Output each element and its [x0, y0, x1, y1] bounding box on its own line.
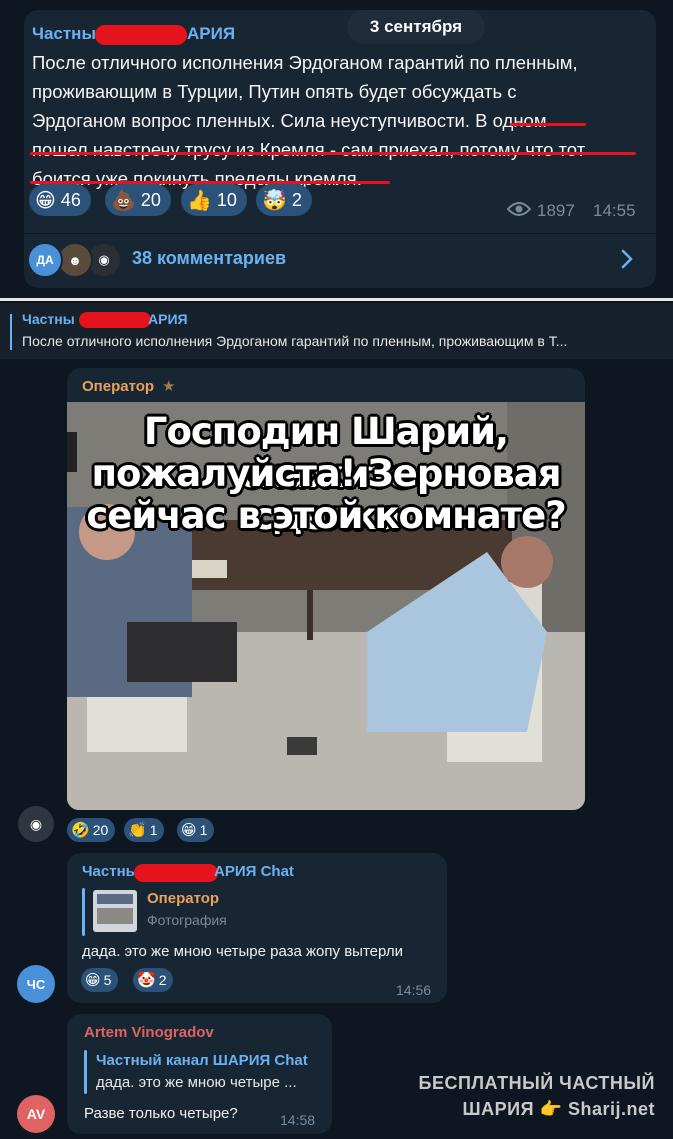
reply-header-bar — [10, 314, 12, 350]
post-time: 14:55 — [593, 201, 636, 220]
redaction-mark — [79, 312, 151, 328]
post-text-line: пошел навстречу трусу из Кремля - сам пр… — [32, 139, 586, 160]
reaction-clap[interactable]: 👏 1 — [124, 818, 165, 842]
message-time: 14:58 — [280, 1112, 316, 1128]
clown-emoji-icon: 🤡 — [137, 972, 156, 989]
meme-photo[interactable]: Господин Шарий, скажите пожалуйста! Зерн… — [67, 402, 585, 810]
message-text: Разве только четыре? — [84, 1105, 238, 1122]
reaction-grin[interactable]: 😁 5 — [81, 968, 119, 992]
chevron-right-icon[interactable] — [620, 248, 634, 275]
reply-header-text: После отличного исполнения Эрдоганом гар… — [22, 333, 568, 349]
quote-bar — [82, 888, 85, 936]
grin-emoji-icon: 😁 — [85, 972, 101, 989]
quote-text: Фотография — [147, 912, 227, 928]
view-count: 1897 — [537, 201, 575, 220]
thumbs-up-emoji-icon: 👍 — [187, 189, 212, 212]
comments-link-label[interactable]: 38 комментариев — [132, 248, 286, 269]
channel-title-prefix[interactable]: Частны — [32, 24, 96, 44]
reaction-count: 1 — [199, 822, 208, 838]
post-text-line: проживающим в Турции, Путин опять будет … — [32, 81, 517, 102]
annotation-underline — [510, 123, 586, 126]
message-author[interactable]: Artem Vinogradov — [84, 1024, 214, 1041]
grin-emoji-icon: 😁 — [35, 189, 56, 212]
redaction-mark — [134, 864, 218, 882]
reaction-grin[interactable]: 😁 1 — [177, 818, 215, 842]
post-text-line: Эрдоганом вопрос пленных. Сила неуступчи… — [32, 110, 547, 131]
reaction-thumbs-up[interactable]: 👍 10 — [181, 184, 247, 216]
grin-emoji-icon: 😁 — [181, 822, 197, 839]
exploding-head-emoji-icon: 🤯 — [262, 189, 287, 212]
reaction-poop[interactable]: 💩 20 — [105, 184, 171, 216]
reaction-count: 46 — [60, 189, 81, 210]
reaction-count: 20 — [140, 189, 161, 210]
reaction-clown[interactable]: 🤡 2 — [133, 968, 174, 992]
pointing-hand-icon: 👉 — [539, 1099, 563, 1119]
post-text-line: После отличного исполнения Эрдоганом гар… — [32, 52, 578, 73]
reaction-count: 5 — [103, 972, 112, 988]
reaction-count: 2 — [158, 972, 167, 988]
watermark-line: ШАРИЯ 👉 Sharij.net — [419, 1096, 655, 1122]
commenter-avatar: ДА — [27, 242, 63, 278]
reaction-count: 20 — [92, 822, 109, 838]
star-icon: ★ — [162, 378, 176, 395]
reaction-count: 2 — [291, 189, 302, 210]
watermark-site: Sharij.net — [567, 1099, 655, 1119]
reaction-count: 1 — [149, 822, 158, 838]
reaction-rofl[interactable]: 🤣 20 — [67, 818, 116, 842]
operator-avatar[interactable]: ◉ — [18, 806, 54, 842]
quote-author: Частный канал ШАРИЯ Chat — [96, 1052, 308, 1069]
message-text: дада. это же мною четыре раза жопу вытер… — [82, 943, 403, 960]
redaction-mark — [95, 25, 187, 45]
message-author-suffix[interactable]: АРИЯ Chat — [214, 863, 294, 880]
chat-avatar[interactable]: ЧС — [17, 965, 55, 1003]
watermark-word: ШАРИЯ — [462, 1099, 535, 1119]
quoted-photo-thumbnail — [93, 890, 137, 932]
quote-bar — [84, 1050, 87, 1094]
artem-avatar[interactable]: AV — [17, 1095, 55, 1133]
meme-caption-line: сейчас в этой комнате? — [86, 494, 566, 537]
poop-emoji-icon: 💩 — [111, 189, 136, 212]
message-author[interactable]: Оператор — [82, 378, 154, 395]
message-author-prefix[interactable]: Частны — [82, 863, 138, 880]
quote-text: дада. это же мною четыре ... — [96, 1074, 297, 1091]
reaction-grin[interactable]: 😁 46 — [29, 184, 91, 216]
reply-header-title-prefix: Частны — [22, 311, 75, 327]
watermark-line: БЕСПЛАТНЫЙ ЧАСТНЫЙ — [418, 1073, 655, 1093]
reply-header-title-suffix: АРИЯ — [148, 311, 188, 327]
rofl-emoji-icon: 🤣 — [71, 822, 90, 839]
reaction-exploding-head[interactable]: 🤯 2 — [256, 184, 312, 216]
eye-icon — [506, 201, 532, 217]
channel-title-suffix[interactable]: АРИЯ — [187, 24, 235, 44]
date-pill: 3 сентября — [347, 10, 485, 44]
reaction-count: 10 — [216, 189, 237, 210]
watermark: БЕСПЛАТНЫЙ ЧАСТНЫЙ ШАРИЯ 👉 Sharij.net — [419, 1070, 655, 1122]
message-time: 14:56 — [396, 982, 432, 998]
annotation-underline — [30, 152, 636, 155]
quote-author: Оператор — [147, 890, 220, 907]
screenshot-separator — [0, 298, 673, 301]
clap-emoji-icon: 👏 — [128, 822, 147, 839]
